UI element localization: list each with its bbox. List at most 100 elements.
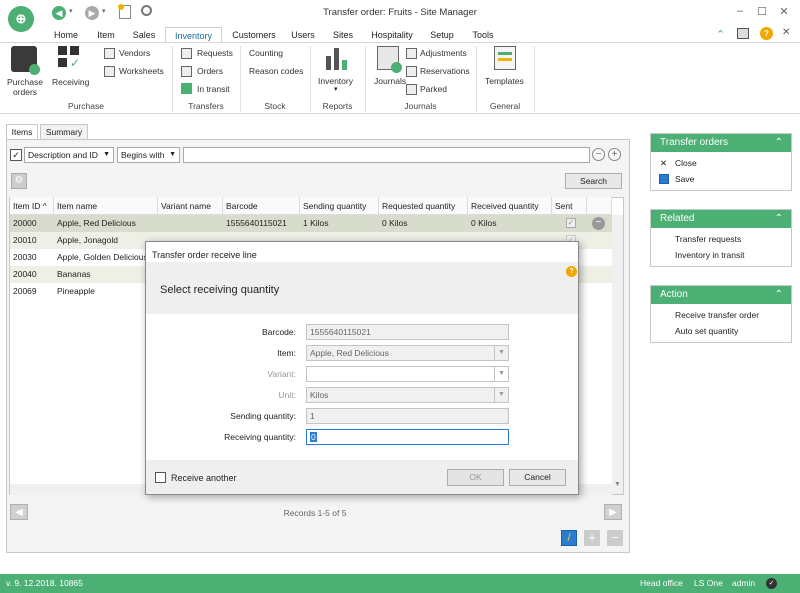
tab-users[interactable]: Users bbox=[287, 27, 319, 43]
tab-summary[interactable]: Summary bbox=[40, 124, 88, 139]
reservations-button[interactable]: Reservations bbox=[420, 66, 470, 76]
app-label: LS One bbox=[694, 578, 723, 588]
inventory-in-transit-link[interactable]: Inventory in transit bbox=[651, 247, 791, 263]
dialog-title: Transfer order receive line bbox=[152, 250, 257, 260]
maximize-icon[interactable]: ☐ bbox=[755, 4, 769, 18]
column-header-item-name[interactable]: Item name bbox=[54, 197, 158, 215]
print-icon[interactable] bbox=[737, 28, 749, 39]
tab-customers[interactable]: Customers bbox=[228, 27, 280, 43]
orders-button[interactable]: Orders bbox=[197, 66, 223, 76]
inventory-dropdown-icon[interactable]: ▾ bbox=[334, 85, 338, 93]
sending-quantity-field[interactable]: 1 bbox=[306, 408, 509, 424]
save-button[interactable]: Save bbox=[651, 171, 791, 187]
close-window-icon[interactable]: ✕ bbox=[777, 4, 791, 18]
counting-button[interactable]: Counting bbox=[249, 48, 283, 58]
chevron-up-icon[interactable]: ⌃ bbox=[775, 286, 783, 304]
journals-button[interactable]: Journals bbox=[374, 76, 406, 86]
in-transit-button[interactable]: In transit bbox=[197, 84, 230, 94]
parked-button[interactable]: Parked bbox=[420, 84, 447, 94]
tab-home[interactable]: Home bbox=[50, 27, 82, 43]
edit-icon[interactable]: / bbox=[561, 530, 577, 546]
unit-dropdown[interactable]: Kilos ▼ bbox=[306, 387, 509, 403]
column-header-variant-name[interactable]: Variant name bbox=[158, 197, 223, 215]
search-button[interactable]: Search bbox=[565, 173, 622, 189]
column-header-sending-quantity[interactable]: Sending quantity bbox=[300, 197, 379, 215]
tab-item[interactable]: Item bbox=[92, 27, 120, 43]
cancel-button[interactable]: Cancel bbox=[509, 469, 566, 486]
remove-row-icon[interactable]: − bbox=[592, 217, 605, 230]
requests-button[interactable]: Requests bbox=[197, 48, 233, 58]
help-icon[interactable]: ? bbox=[760, 27, 773, 40]
close-button[interactable]: ✕ Close bbox=[651, 155, 791, 171]
filter-field-value: Description and ID bbox=[28, 150, 98, 160]
barcode-field[interactable]: 1555640115021 bbox=[306, 324, 509, 340]
status-check-icon: ✓ bbox=[766, 578, 777, 589]
cell-item-id: 20040 bbox=[13, 269, 37, 279]
ribbon-separator bbox=[534, 46, 535, 112]
worksheets-button[interactable]: Worksheets bbox=[119, 66, 164, 76]
add-filter-icon[interactable]: + bbox=[608, 148, 621, 161]
purchase-orders-button[interactable]: Purchase orders bbox=[7, 77, 43, 97]
receive-transfer-order-link[interactable]: Receive transfer order bbox=[651, 307, 791, 323]
column-header-barcode[interactable]: Barcode bbox=[223, 197, 300, 215]
filter-search-input[interactable] bbox=[183, 147, 590, 163]
receiving-button[interactable]: Receiving bbox=[52, 77, 89, 87]
tab-sites[interactable]: Sites bbox=[328, 27, 358, 43]
sent-checkbox[interactable]: ✓ bbox=[566, 218, 576, 228]
adjustments-button[interactable]: Adjustments bbox=[420, 48, 467, 58]
scroll-down-icon[interactable]: ▼ bbox=[614, 481, 621, 488]
remove-line-icon[interactable]: − bbox=[607, 530, 623, 546]
remove-filter-icon[interactable]: − bbox=[592, 148, 605, 161]
parked-icon bbox=[406, 84, 417, 95]
item-label: Item: bbox=[277, 348, 296, 358]
tab-inventory[interactable]: Inventory bbox=[165, 27, 222, 43]
cell-item-id: 20069 bbox=[13, 286, 37, 296]
prev-page-icon[interactable]: ◀ bbox=[10, 504, 28, 520]
filter-op-dropdown[interactable]: Begins with ▼ bbox=[117, 147, 180, 163]
vendors-button[interactable]: Vendors bbox=[119, 48, 150, 58]
minimize-icon[interactable]: – bbox=[733, 4, 747, 18]
chevron-down-icon: ▼ bbox=[494, 367, 508, 381]
tab-items[interactable]: Items bbox=[6, 124, 38, 139]
cell-variant bbox=[158, 215, 223, 232]
table-row[interactable]: 20000 Apple, Red Delicious 1555640115021… bbox=[10, 215, 612, 232]
templates-button[interactable]: Templates bbox=[485, 76, 524, 86]
next-page-icon[interactable]: ▶ bbox=[604, 504, 622, 520]
gear-icon[interactable]: ⚙ bbox=[11, 173, 27, 189]
ok-button[interactable]: OK bbox=[447, 469, 504, 486]
column-header-requested-quantity[interactable]: Requested quantity bbox=[379, 197, 468, 215]
column-header-item-id[interactable]: Item ID ^ bbox=[10, 197, 54, 215]
group-label-stock: Stock bbox=[264, 101, 286, 111]
chevron-up-icon[interactable]: ⌃ bbox=[775, 134, 783, 152]
receiving-quantity-input[interactable]: 0 bbox=[306, 429, 509, 445]
group-label-journals: Journals bbox=[404, 101, 437, 111]
column-header-received-quantity[interactable]: Received quantity bbox=[468, 197, 552, 215]
side-panel-header: Action ⌃ bbox=[651, 286, 791, 304]
tab-tools[interactable]: Tools bbox=[468, 27, 498, 43]
tab-setup[interactable]: Setup bbox=[425, 27, 459, 43]
user-label: admin bbox=[732, 578, 756, 588]
variant-dropdown[interactable]: ▼ bbox=[306, 366, 509, 382]
status-bar: v. 9. 12.2018. 10865 Head office LS One … bbox=[0, 574, 800, 593]
reason-codes-button[interactable]: Reason codes bbox=[249, 66, 303, 76]
add-line-icon[interactable]: + bbox=[584, 530, 600, 546]
help-icon[interactable]: ? bbox=[566, 266, 577, 277]
receive-another-checkbox[interactable] bbox=[155, 472, 166, 483]
side-panel-action: Action ⌃ Receive transfer order Auto set … bbox=[650, 285, 792, 343]
item-dropdown[interactable]: Apple, Red Delicious ▼ bbox=[306, 345, 509, 361]
tab-sales[interactable]: Sales bbox=[128, 27, 160, 43]
worksheets-icon bbox=[104, 66, 115, 77]
group-label-general: General bbox=[489, 101, 521, 111]
column-header-sent[interactable]: Sent bbox=[552, 197, 587, 215]
filter-field-dropdown[interactable]: Description and ID ▼ bbox=[24, 147, 114, 163]
cell-item-name: Pineapple bbox=[57, 286, 95, 296]
collapse-ribbon-icon[interactable]: ⌃ bbox=[716, 28, 725, 41]
tab-hospitality[interactable]: Hospitality bbox=[367, 27, 417, 43]
vertical-scrollbar[interactable]: ▼ bbox=[612, 215, 623, 494]
auto-set-quantity-link[interactable]: Auto set quantity bbox=[651, 323, 791, 339]
settings-icon[interactable]: ✕ bbox=[782, 27, 790, 38]
filter-checkbox[interactable]: ✓ bbox=[10, 149, 22, 161]
adjustments-icon bbox=[406, 48, 417, 59]
transfer-requests-link[interactable]: Transfer requests bbox=[651, 231, 791, 247]
chevron-up-icon[interactable]: ⌃ bbox=[775, 210, 783, 228]
